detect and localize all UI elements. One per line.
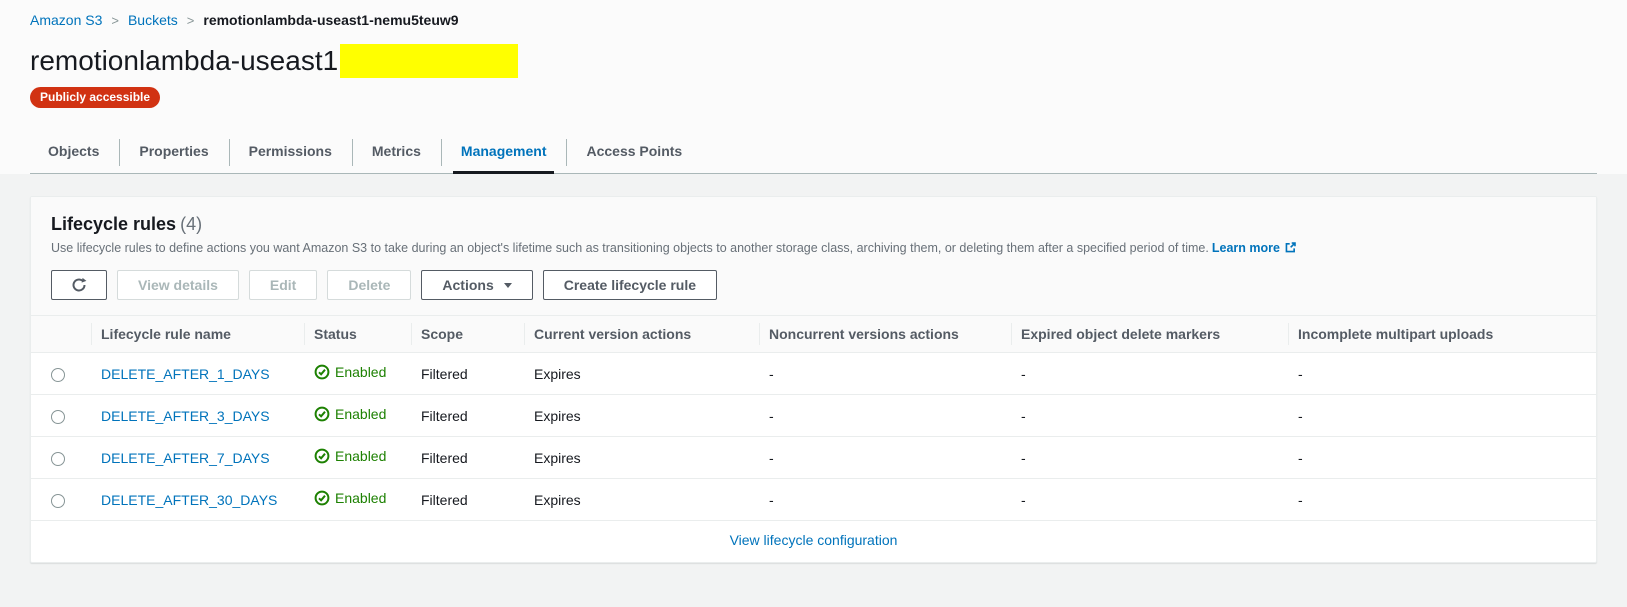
panel-title: Lifecycle rules [51,214,176,234]
tab-access-points[interactable]: Access Points [566,132,702,173]
lifecycle-rules-table: Lifecycle rule name Status Scope Current… [31,316,1596,521]
incomplete-multipart-uploads-cell: - [1288,395,1596,437]
breadcrumb-link-amazon-s3[interactable]: Amazon S3 [30,12,102,28]
breadcrumb-link-buckets[interactable]: Buckets [128,12,178,28]
rule-name-link[interactable]: DELETE_AFTER_7_DAYS [101,450,270,466]
noncurrent-versions-actions-cell: - [759,437,1011,479]
scope-cell: Filtered [411,479,524,521]
row-radio-button[interactable] [51,368,65,382]
status-badge: Enabled [314,406,386,422]
view-lifecycle-configuration-link[interactable]: View lifecycle configuration [730,532,898,548]
scope-cell: Filtered [411,395,524,437]
panel-description-text: Use lifecycle rules to define actions yo… [51,241,1209,255]
column-header-current-version-actions: Current version actions [524,316,759,353]
incomplete-multipart-uploads-cell: - [1288,479,1596,521]
scope-cell: Filtered [411,353,524,395]
page-header: Amazon S3 > Buckets > remotionlambda-useast1… [0,0,1627,174]
rule-name-link[interactable]: DELETE_AFTER_3_DAYS [101,408,270,424]
expired-object-delete-markers-cell: - [1011,395,1288,437]
redaction-highlight [340,44,518,78]
breadcrumb-chevron-icon: > [187,13,195,28]
table-row: DELETE_AFTER_3_DAYS Enabled Filtered Exp… [31,395,1596,437]
status-enabled-icon [314,448,330,464]
bucket-name-text: remotionlambda-useast1 [30,45,338,76]
current-version-actions-cell: Expires [524,479,759,521]
status-enabled-icon [314,406,330,422]
row-radio-button[interactable] [51,494,65,508]
tab-management[interactable]: Management [441,132,567,173]
tab-objects[interactable]: Objects [30,132,119,173]
refresh-button[interactable] [51,270,107,300]
view-details-button[interactable]: View details [117,270,239,300]
lifecycle-rules-header: Lifecycle rules(4) Use lifecycle rules t… [31,197,1596,316]
expired-object-delete-markers-cell: - [1011,479,1288,521]
current-version-actions-cell: Expires [524,353,759,395]
expired-object-delete-markers-cell: - [1011,353,1288,395]
caret-down-icon [504,283,512,288]
actions-dropdown-button[interactable]: Actions [421,270,532,300]
breadcrumb: Amazon S3 > Buckets > remotionlambda-useast1… [0,0,1627,28]
current-version-actions-cell: Expires [524,437,759,479]
column-header-status: Status [304,316,411,353]
refresh-icon [71,277,87,293]
lifecycle-rules-panel: Lifecycle rules(4) Use lifecycle rules t… [30,196,1597,563]
noncurrent-versions-actions-cell: - [759,353,1011,395]
column-header-scope: Scope [411,316,524,353]
row-radio-button[interactable] [51,410,65,424]
noncurrent-versions-actions-cell: - [759,479,1011,521]
publicly-accessible-badge: Publicly accessible [30,87,160,108]
noncurrent-versions-actions-cell: - [759,395,1011,437]
delete-button[interactable]: Delete [327,270,411,300]
table-row: DELETE_AFTER_30_DAYS Enabled Filtered Ex… [31,479,1596,521]
page-title: remotionlambda-useast1 [30,44,1627,78]
row-radio-button[interactable] [51,452,65,466]
column-header-incomplete-multipart-uploads: Incomplete multipart uploads [1288,316,1596,353]
select-column-header [31,316,91,353]
external-link-icon [1284,241,1297,254]
breadcrumb-current-bucket: remotionlambda-useast1-nemu5teuw9 [203,12,458,28]
toolbar: View details Edit Delete Actions Create … [51,270,1576,300]
table-header-row: Lifecycle rule name Status Scope Current… [31,316,1596,353]
table-row: DELETE_AFTER_1_DAYS Enabled Filtered Exp… [31,353,1596,395]
table-row: DELETE_AFTER_7_DAYS Enabled Filtered Exp… [31,437,1596,479]
panel-title-row: Lifecycle rules(4) [51,213,1576,235]
column-header-expired-object-delete-markers: Expired object delete markers [1011,316,1288,353]
learn-more-link[interactable]: Learn more [1212,241,1280,255]
rule-name-link[interactable]: DELETE_AFTER_30_DAYS [101,492,277,508]
tab-metrics[interactable]: Metrics [352,132,441,173]
status-badge: Enabled [314,448,386,464]
breadcrumb-chevron-icon: > [111,13,119,28]
rule-name-link[interactable]: DELETE_AFTER_1_DAYS [101,366,270,382]
scope-cell: Filtered [411,437,524,479]
status-badge: Enabled [314,490,386,506]
status-badge: Enabled [314,364,386,380]
tab-bar: Objects Properties Permissions Metrics M… [30,132,1597,174]
edit-button[interactable]: Edit [249,270,317,300]
panel-description: Use lifecycle rules to define actions yo… [51,240,1576,256]
tab-permissions[interactable]: Permissions [229,132,352,173]
create-lifecycle-rule-button[interactable]: Create lifecycle rule [543,270,717,300]
content-area: Lifecycle rules(4) Use lifecycle rules t… [0,174,1627,563]
status-enabled-icon [314,364,330,380]
incomplete-multipart-uploads-cell: - [1288,353,1596,395]
current-version-actions-cell: Expires [524,395,759,437]
panel-count: (4) [180,214,202,234]
column-header-rule-name: Lifecycle rule name [91,316,304,353]
column-header-noncurrent-versions-actions: Noncurrent versions actions [759,316,1011,353]
tab-properties[interactable]: Properties [119,132,228,173]
actions-label: Actions [442,277,493,293]
panel-footer: View lifecycle configuration [31,521,1596,562]
status-enabled-icon [314,490,330,506]
incomplete-multipart-uploads-cell: - [1288,437,1596,479]
expired-object-delete-markers-cell: - [1011,437,1288,479]
